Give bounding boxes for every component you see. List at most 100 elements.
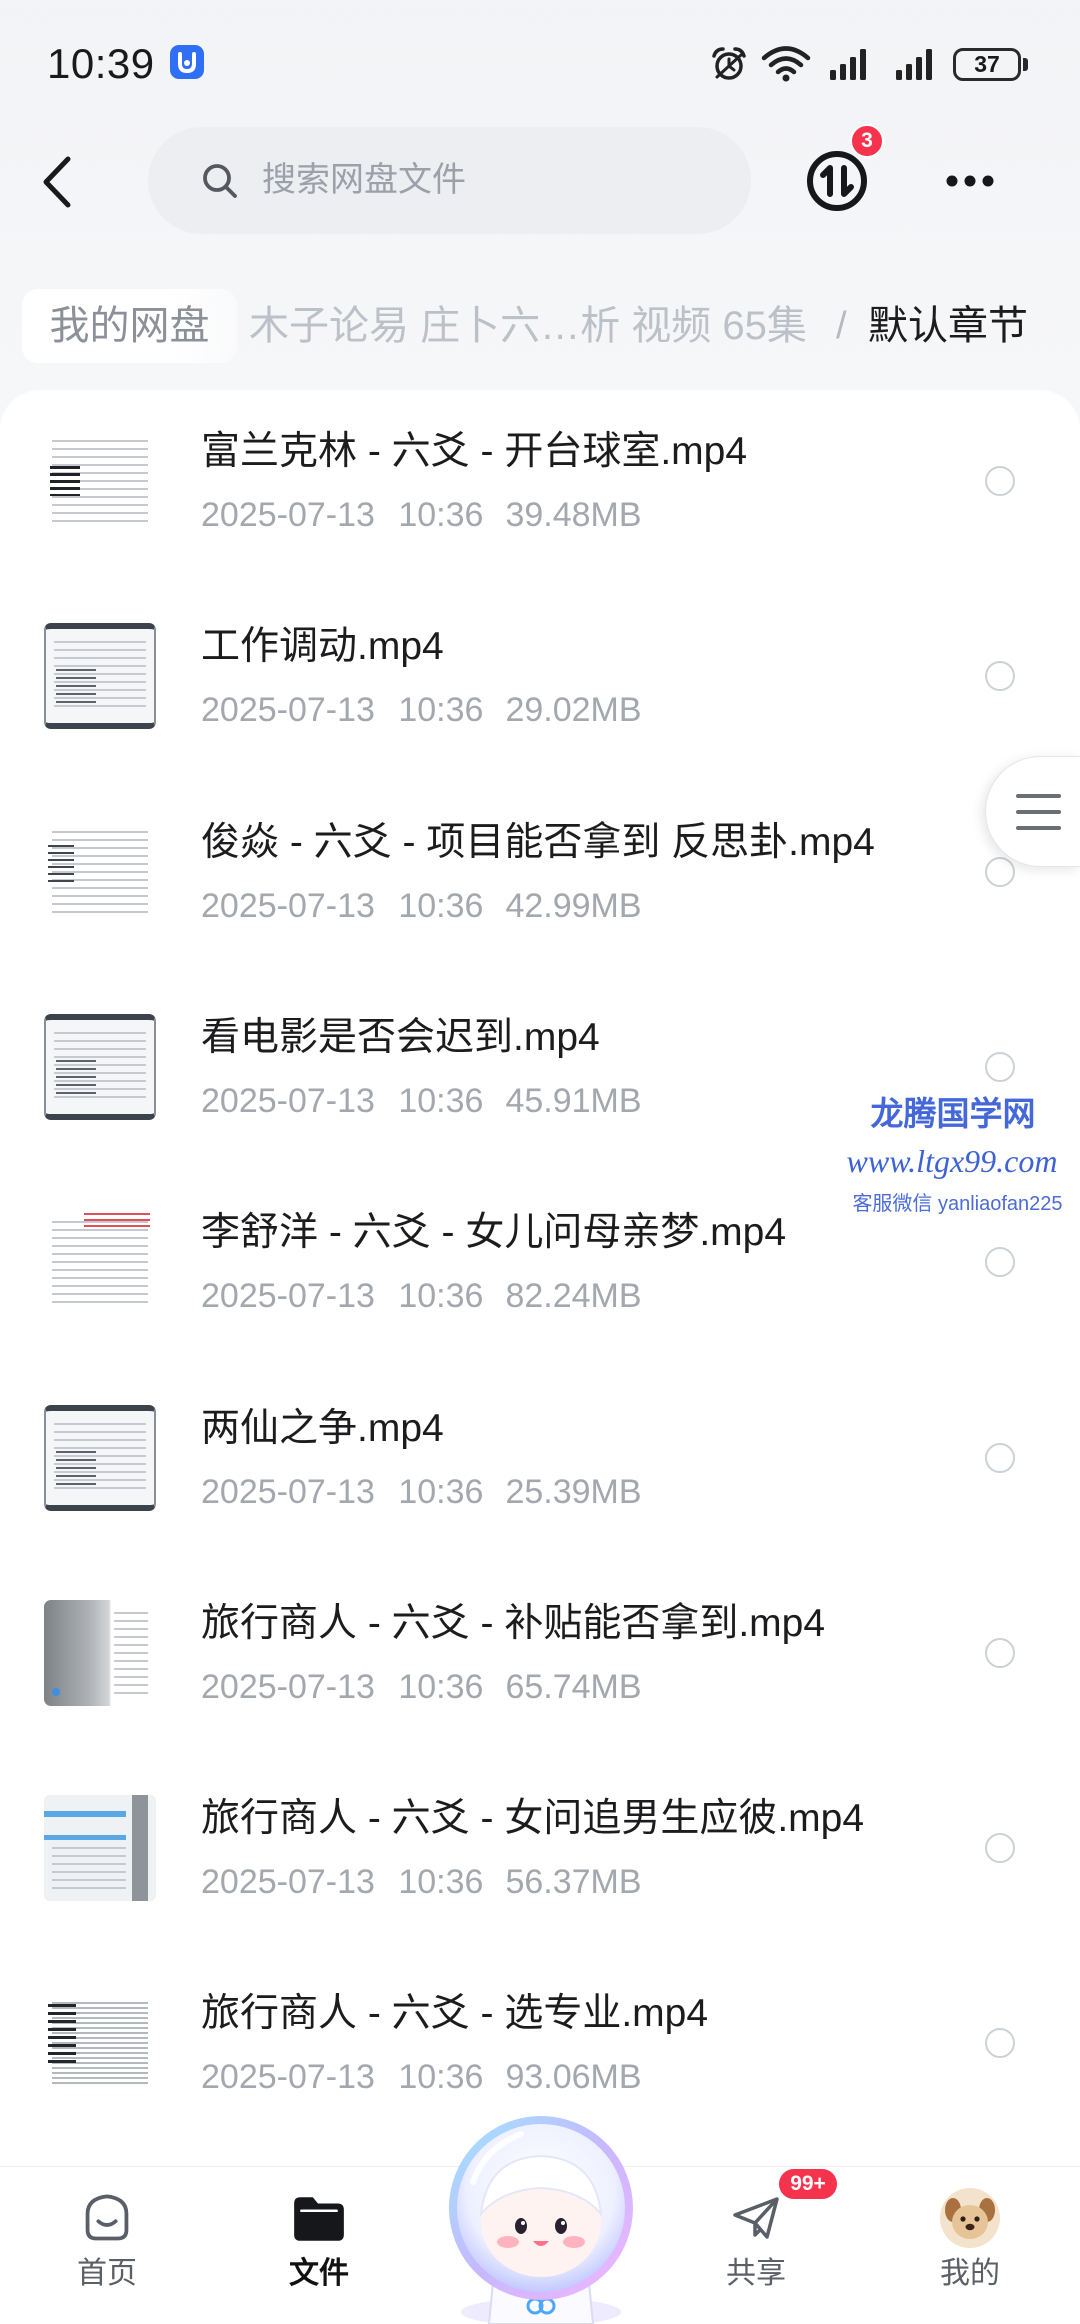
file-name: 看电影是否会迟到.mp4 [201,1016,600,1059]
file-meta: 2025-07-13 10:36 56.37MB [201,1860,642,1904]
file-size: 65.74MB [505,1668,642,1706]
file-modified: 2025-07-13 10:36 [201,1277,484,1315]
file-name: 两仙之争.mp4 [201,1407,444,1450]
search-icon [200,161,240,201]
paper-plane-icon [733,2197,779,2239]
signal-icon [828,46,872,82]
file-size: 45.91MB [505,1082,642,1120]
file-meta: 2025-07-13 10:36 25.39MB [201,1470,642,1514]
file-size: 25.39MB [505,1473,642,1511]
file-size: 39.48MB [505,496,642,534]
assistant-mascot-icon [449,2116,633,2324]
nav-share-label: 共享 [726,2257,786,2290]
nav-share[interactable] [729,2191,783,2245]
assistant-button[interactable] [431,2112,651,2324]
file-size: 82.24MB [505,1277,642,1315]
battery-icon: 37 [953,48,1021,81]
file-row[interactable]: 两仙之争.mp4 2025-07-13 10:36 25.39MB [0,1360,1080,1556]
nav-home-label: 首页 [77,2257,137,2290]
file-thumbnail [44,623,156,729]
nav-profile[interactable] [940,2188,1000,2248]
file-meta: 2025-07-13 10:36 39.48MB [201,493,642,537]
select-radio[interactable] [985,1443,1015,1473]
chevron-left-icon [43,156,71,208]
breadcrumb-current: 默认章节 [868,304,1028,348]
file-name: 李舒洋 - 六爻 - 女儿问母亲梦.mp4 [201,1211,787,1254]
back-button[interactable] [38,155,78,209]
file-size: 29.02MB [505,691,642,729]
signal-icon [894,46,938,82]
watermark-contact: 客服微信 yanliaofan225 [852,1193,1063,1215]
file-name: 旅行商人 - 六爻 - 选专业.mp4 [201,1992,709,2035]
search-input[interactable]: 搜索网盘文件 [148,127,751,234]
file-name: 俊焱 - 六爻 - 项目能否拿到 反思卦.mp4 [201,821,875,864]
file-row[interactable]: 旅行商人 - 六爻 - 补贴能否拿到.mp4 2025-07-13 10:36 6… [0,1555,1080,1751]
file-meta: 2025-07-13 10:36 29.02MB [201,688,642,732]
search-placeholder: 搜索网盘文件 [262,161,466,199]
file-meta: 2025-07-13 10:36 82.24MB [201,1274,642,1318]
avatar-icon [940,2188,1000,2248]
file-thumbnail [44,428,156,534]
file-row[interactable]: 俊焱 - 六爻 - 项目能否拿到 反思卦.mp4 2025-07-13 10:3… [0,774,1080,970]
file-name: 工作调动.mp4 [201,625,444,668]
file-thumbnail [44,1990,156,2096]
file-name: 旅行商人 - 六爻 - 补贴能否拿到.mp4 [201,1602,826,1645]
file-modified: 2025-07-13 10:36 [201,2058,484,2096]
file-row[interactable]: 富兰克林 - 六爻 - 开台球室.mp4 2025-07-13 10:36 39.… [0,383,1080,579]
file-modified: 2025-07-13 10:36 [201,1082,484,1120]
file-thumbnail [44,1209,156,1315]
breadcrumb-root[interactable]: 我的网盘 [22,289,237,363]
select-radio[interactable] [985,857,1015,887]
breadcrumb-separator: / [836,305,847,347]
alarm-icon [709,44,749,84]
file-thumbnail [44,1014,156,1120]
file-thumbnail [44,1795,156,1901]
file-thumbnail [44,819,156,925]
more-dots-icon [946,175,994,187]
home-smile-icon [85,2194,129,2241]
more-button[interactable] [945,170,995,192]
wifi-icon [761,45,811,83]
file-modified: 2025-07-13 10:36 [201,887,484,925]
select-radio[interactable] [985,1247,1015,1277]
status-time: 10:39 [47,40,155,87]
file-thumbnail [44,1600,156,1706]
file-modified: 2025-07-13 10:36 [201,496,484,534]
transfer-button[interactable] [805,149,869,213]
file-row[interactable]: 工作调动.mp4 2025-07-13 10:36 29.02MB [0,578,1080,774]
nav-files[interactable] [290,2193,348,2243]
file-modified: 2025-07-13 10:36 [201,1473,484,1511]
transfer-icon [807,151,867,211]
select-radio[interactable] [985,1833,1015,1863]
nav-profile-label: 我的 [940,2257,1000,2290]
file-row[interactable]: 看电影是否会迟到.mp4 2025-07-13 10:36 45.91MB [0,969,1080,1165]
file-name: 富兰克林 - 六爻 - 开台球室.mp4 [201,430,748,473]
select-radio[interactable] [985,466,1015,496]
file-name: 旅行商人 - 六爻 - 女问追男生应彼.mp4 [201,1797,865,1840]
file-size: 56.37MB [505,1863,642,1901]
file-row[interactable]: 旅行商人 - 六爻 - 女问追男生应彼.mp4 2025-07-13 10:36… [0,1750,1080,1946]
file-modified: 2025-07-13 10:36 [201,1668,484,1706]
file-size: 93.06MB [505,2058,642,2096]
select-radio[interactable] [985,1052,1015,1082]
file-modified: 2025-07-13 10:36 [201,691,484,729]
file-meta: 2025-07-13 10:36 93.06MB [201,2055,642,2099]
select-radio[interactable] [985,2028,1015,2058]
select-radio[interactable] [985,1638,1015,1668]
transfer-badge: 3 [850,124,884,158]
file-thumbnail [44,1405,156,1511]
select-radio[interactable] [985,661,1015,691]
nav-files-label: 文件 [289,2257,349,2290]
file-meta: 2025-07-13 10:36 45.91MB [201,1079,642,1123]
file-meta: 2025-07-13 10:36 42.99MB [201,884,642,928]
nav-home[interactable] [80,2191,134,2245]
folder-icon [294,2197,344,2241]
file-size: 42.99MB [505,887,642,925]
watermark-title: 龙腾国学网 [870,1095,1036,1132]
app-notification-icon [170,45,204,79]
share-badge: 99+ [777,2167,839,2201]
file-modified: 2025-07-13 10:36 [201,1863,484,1901]
watermark-url: www.ltgx99.com [846,1143,1058,1179]
breadcrumb-folder[interactable]: 木子论易 庄卜六…析 视频 65集 [249,289,807,363]
battery-nub [1023,58,1028,71]
